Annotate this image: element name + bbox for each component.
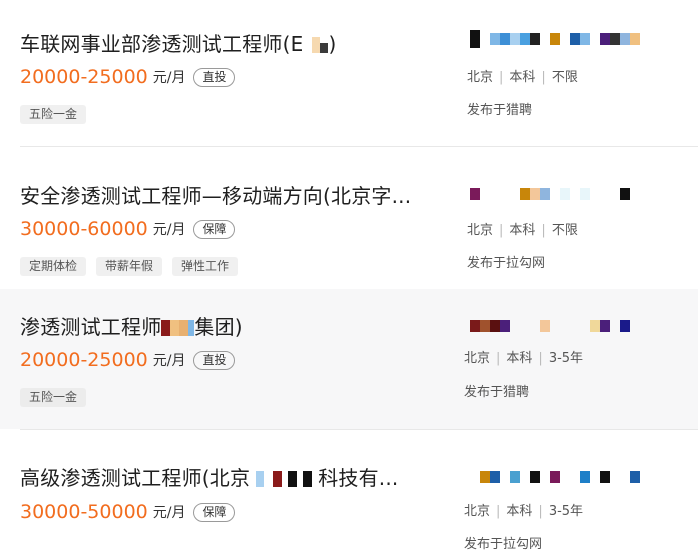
redacted-company: [161, 317, 195, 341]
job-title-text: 车联网事业部渗透测试工程师(E: [20, 32, 304, 56]
education: 本科: [506, 504, 533, 519]
job-meta: 北京 | 本科 | 3-5年: [464, 504, 584, 519]
location: 北京: [467, 70, 494, 85]
location: 北京: [464, 504, 491, 519]
job-title-text: 高级渗透测试工程师(北京: [20, 466, 251, 490]
education: 本科: [509, 223, 536, 238]
redacted-company: [256, 468, 313, 492]
benefit-tag: 五险一金: [20, 388, 87, 407]
job-card-2[interactable]: 安全渗透测试工程师—移动端方向(北京字... 30000-60000 元/月 保…: [0, 147, 698, 289]
salary: 20000-25000: [20, 66, 148, 88]
apply-badge: 直投: [193, 350, 236, 370]
salary-unit: 元/月: [152, 70, 186, 86]
job-card-1[interactable]: 车联网事业部渗透测试工程师(E) 20000-25000 元/月 直投 五险一金…: [0, 0, 698, 146]
salary: 30000-60000: [20, 218, 148, 240]
benefit-tag: 定期体检: [20, 257, 87, 276]
benefit-tag: 弹性工作: [172, 257, 239, 276]
source: 发布于猎聘: [464, 385, 530, 400]
location: 北京: [467, 223, 494, 238]
benefit-tag: 带薪年假: [96, 257, 163, 276]
source: 发布于拉勾网: [467, 256, 546, 271]
job-title-suffix: ): [328, 32, 337, 56]
salary-unit: 元/月: [152, 505, 186, 521]
company-logo-redacted: [470, 185, 630, 203]
company-logo-redacted: [480, 468, 640, 486]
location: 北京: [464, 351, 491, 366]
source: 发布于猎聘: [467, 103, 533, 118]
job-meta: 北京 | 本科 | 3-5年: [464, 351, 584, 366]
salary-unit: 元/月: [152, 222, 186, 238]
company-logo-redacted: [470, 30, 640, 48]
job-title[interactable]: 渗透测试工程师 集团): [20, 311, 243, 341]
salary: 30000-50000: [20, 501, 148, 523]
job-card-3[interactable]: 渗透测试工程师 集团) 20000-25000 元/月 直投 五险一金 北京 | 本科…: [0, 289, 698, 429]
salary-unit: 元/月: [152, 353, 186, 369]
guarantee-badge: 保障: [193, 219, 236, 239]
job-title-text: 渗透测试工程师: [20, 315, 162, 339]
job-title-suffix: 科技有...: [318, 466, 399, 490]
source: 发布于拉勾网: [464, 537, 543, 552]
benefit-tag: 五险一金: [20, 105, 87, 124]
experience: 3-5年: [548, 351, 584, 366]
guarantee-badge: 保障: [193, 502, 236, 522]
job-title-suffix: 集团): [194, 315, 243, 339]
education: 本科: [509, 70, 536, 85]
company-logo-redacted: [470, 317, 630, 335]
experience: 3-5年: [548, 504, 584, 519]
job-title[interactable]: 车联网事业部渗透测试工程师(E): [20, 28, 336, 58]
education: 本科: [506, 351, 533, 366]
job-meta: 北京 | 本科 | 不限: [467, 70, 578, 85]
experience: 不限: [551, 223, 578, 238]
salary: 20000-25000: [20, 349, 148, 371]
job-card-4[interactable]: 高级渗透测试工程师(北京 科技有... 30000-50000 元/月 保障 北京…: [0, 430, 698, 558]
job-meta: 北京 | 本科 | 不限: [467, 223, 578, 238]
job-title[interactable]: 高级渗透测试工程师(北京 科技有...: [20, 462, 398, 492]
apply-badge: 直投: [193, 67, 236, 87]
experience: 不限: [551, 70, 578, 85]
redacted-company: [303, 34, 329, 58]
job-title[interactable]: 安全渗透测试工程师—移动端方向(北京字...: [20, 180, 411, 209]
